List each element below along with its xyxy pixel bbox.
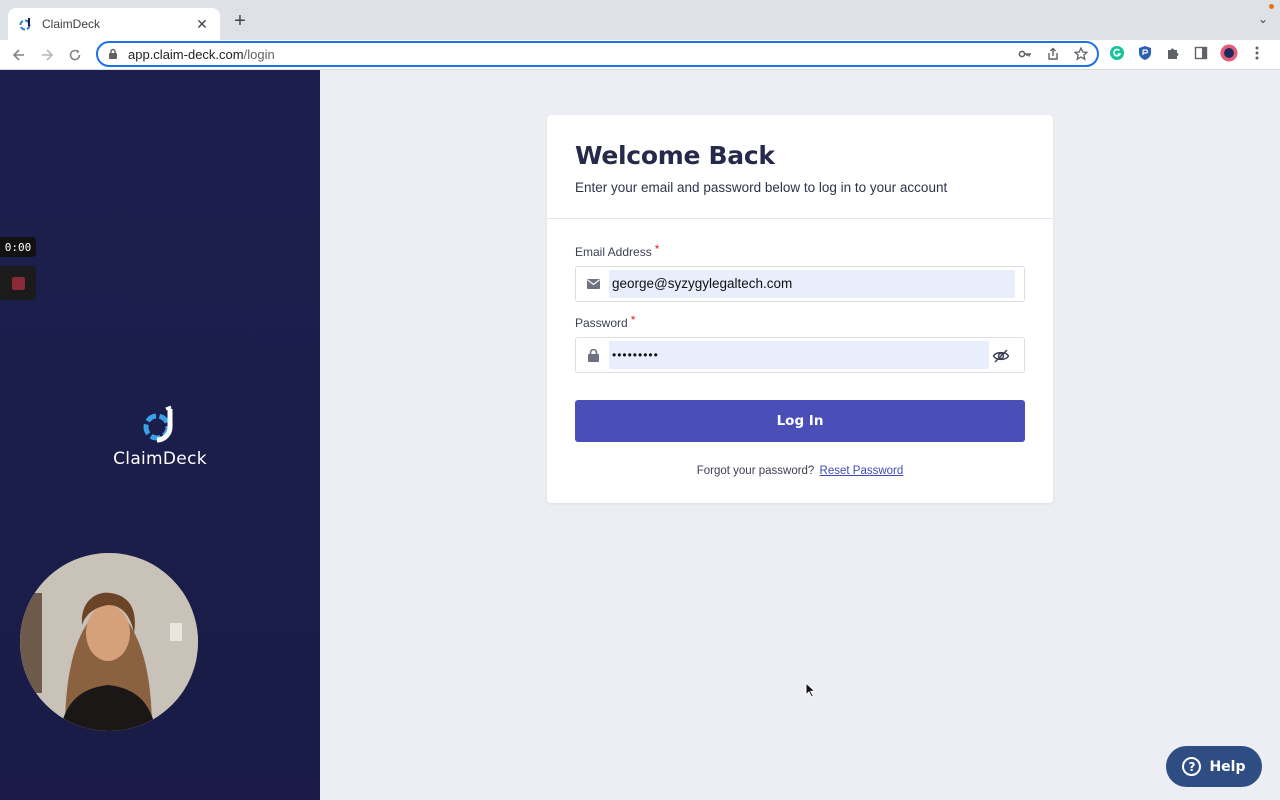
stop-icon [11,276,25,290]
puzzle-extensions-icon[interactable] [1164,44,1182,62]
mouse-cursor-icon [805,681,817,698]
tab-close-icon[interactable]: ✕ [194,16,210,33]
brand-name: ClaimDeck [113,449,207,469]
page-subtitle: Enter your email and password below to l… [575,180,948,195]
help-button[interactable]: ? Help [1166,746,1262,787]
page-title: Welcome Back [575,141,775,170]
browser-tab[interactable]: ClaimDeck ✕ [8,8,220,40]
claimdeck-logo-icon [140,405,180,445]
envelope-icon [576,279,610,289]
tab-search-chevron-icon[interactable]: ⌄ [1258,12,1268,26]
password-field[interactable]: ••••••••• [575,337,1025,373]
update-dot-icon [1269,4,1274,9]
tab-title: ClaimDeck [42,17,101,31]
url-text: app.claim-deck.com/login [128,46,275,62]
email-value[interactable]: george@syzygylegaltech.com [612,276,792,291]
browser-toolbar: app.claim-deck.com/login [0,40,1280,70]
login-button[interactable]: Log In [575,400,1025,442]
recording-timer: 0:00 [0,237,36,257]
side-panel-icon[interactable] [1192,44,1210,62]
share-icon[interactable] [1045,46,1061,62]
recording-stop-button[interactable] [0,266,36,300]
login-card-header: Welcome Back Enter your email and passwo… [547,115,1053,219]
login-form: Email Address * george@syzygylegaltech.co… [547,219,1053,477]
browser-tabbar: ClaimDeck ✕ + ⌄ [0,0,1280,40]
question-circle-icon: ? [1182,757,1202,776]
profile-avatar-icon[interactable] [1220,44,1238,62]
new-tab-button[interactable]: + [230,10,250,32]
forward-arrow-icon[interactable] [38,46,56,64]
email-field[interactable]: george@syzygylegaltech.com [575,266,1025,302]
bookmark-star-icon[interactable] [1073,46,1089,62]
email-label: Email Address * [575,242,660,259]
password-label: Password * [575,313,636,330]
help-label: Help [1209,758,1246,775]
reset-password-link[interactable]: Reset Password [820,465,904,477]
grammarly-extension-icon[interactable] [1108,44,1126,62]
hide-password-eye-icon[interactable] [992,348,1010,364]
required-mark: * [630,313,636,327]
webcam-video-bubble[interactable] [20,553,198,731]
back-arrow-icon[interactable] [10,46,28,64]
required-mark: * [654,242,660,256]
password-value[interactable]: ••••••••• [612,348,659,362]
forgot-password-row: Forgot your password? Reset Password [575,465,1025,477]
lock-icon [576,348,610,362]
address-bar[interactable]: app.claim-deck.com/login [96,41,1099,67]
password-autofill-highlight [609,341,989,369]
chrome-menu-icon[interactable] [1248,44,1266,62]
login-card: Welcome Back Enter your email and passwo… [547,115,1053,503]
brand-logo-block: ClaimDeck [110,405,210,469]
forgot-password-text: Forgot your password? [696,465,815,477]
lock-icon[interactable] [108,48,120,60]
claimdeck-favicon-icon [18,16,34,32]
key-icon[interactable] [1017,46,1033,62]
brand-panel: 0:00 ClaimDeck [0,70,320,800]
shield-extension-icon[interactable] [1136,44,1154,62]
reload-icon[interactable] [66,46,84,64]
